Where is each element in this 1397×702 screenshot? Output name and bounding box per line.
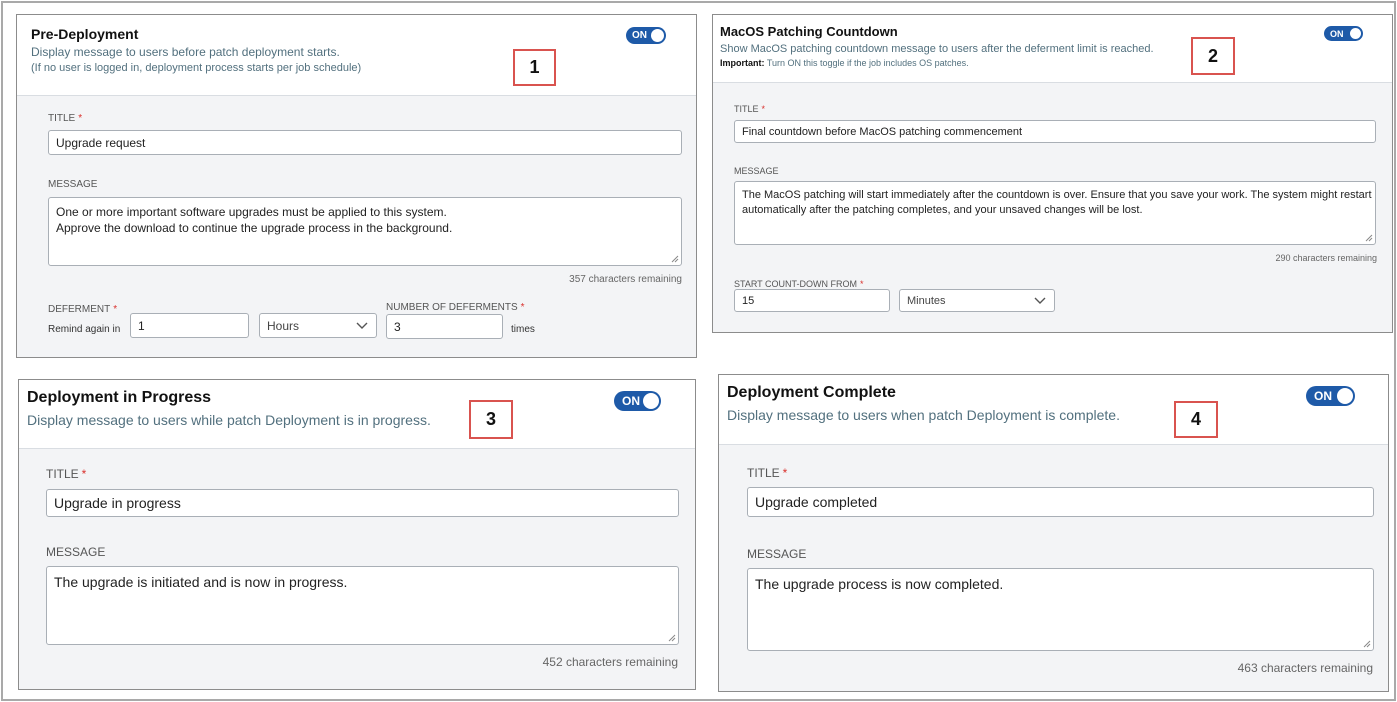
callout-badge-2: 2 <box>1191 37 1235 75</box>
message-label: MESSAGE <box>46 545 106 559</box>
message-line: Approve the download to continue the upg… <box>56 221 453 236</box>
deployment-in-progress-title: Deployment in Progress <box>27 389 212 406</box>
message-textarea[interactable]: One or more important software upgrades … <box>48 197 682 266</box>
message-label: MESSAGE <box>48 179 98 190</box>
macos-countdown-description: Show MacOS patching countdown message to… <box>720 43 1154 55</box>
message-label: MESSAGE <box>734 166 779 176</box>
toggle-on-label: ON <box>622 394 640 408</box>
title-label: TITLE * <box>48 113 83 124</box>
characters-remaining: 463 characters remaining <box>1237 661 1373 675</box>
pre-deployment-panel: Pre-Deployment Display message to users … <box>16 14 697 358</box>
deployment-complete-panel: Deployment Complete Display message to u… <box>718 374 1389 692</box>
resize-grip-icon[interactable] <box>1363 640 1371 648</box>
resize-grip-icon[interactable] <box>668 634 676 642</box>
toggle-knob <box>643 393 659 409</box>
deferment-label: DEFERMENT * <box>48 304 118 315</box>
message-line: The MacOS patching will start immediatel… <box>742 189 1372 201</box>
times-label: times <box>511 324 535 335</box>
chevron-down-icon <box>1034 297 1046 304</box>
countdown-label: START COUNT-DOWN FROM * <box>734 279 864 289</box>
pre-deployment-description-note: (If no user is logged in, deployment pro… <box>31 62 362 74</box>
resize-grip-icon[interactable] <box>1365 234 1373 242</box>
characters-remaining: 452 characters remaining <box>542 655 678 669</box>
resize-grip-icon[interactable] <box>671 255 679 263</box>
remind-again-label: Remind again in <box>48 324 121 335</box>
message-line: automatically after the patching complet… <box>742 203 1143 216</box>
toggle-on-label: ON <box>632 30 647 41</box>
deployment-complete-description: Display message to users when patch Depl… <box>727 407 1120 423</box>
number-of-deferments-label: NUMBER OF DEFERMENTS * <box>386 302 525 313</box>
macos-countdown-important: Important: Turn ON this toggle if the jo… <box>720 58 969 68</box>
message-line: One or more important software upgrades … <box>56 205 447 219</box>
title-input[interactable]: Upgrade completed <box>747 487 1374 517</box>
pre-deployment-title: Pre-Deployment <box>31 26 139 42</box>
deployment-complete-title: Deployment Complete <box>727 384 896 401</box>
title-input[interactable]: Upgrade request <box>48 130 682 155</box>
macos-countdown-title: MacOS Patching Countdown <box>720 24 898 39</box>
deployment-complete-body: TITLE * Upgrade completed MESSAGE The upg… <box>719 445 1388 691</box>
macos-countdown-header: MacOS Patching Countdown Show MacOS patc… <box>713 15 1392 83</box>
callout-badge-3: 3 <box>469 400 513 439</box>
characters-remaining: 357 characters remaining <box>569 274 682 285</box>
message-line: The upgrade process is now completed. <box>755 576 1004 592</box>
characters-remaining: 290 characters remaining <box>1275 253 1377 263</box>
number-of-deferments-input[interactable]: 3 <box>386 314 503 339</box>
title-input[interactable]: Upgrade in progress <box>46 489 679 517</box>
toggle-on-label: ON <box>1330 28 1344 39</box>
toggle-knob <box>651 29 664 42</box>
message-textarea[interactable]: The upgrade is initiated and is now in p… <box>46 566 679 645</box>
deployment-in-progress-panel: Deployment in Progress Display message t… <box>18 379 696 690</box>
title-label: TITLE * <box>747 466 788 480</box>
countdown-input[interactable]: 15 <box>734 289 890 312</box>
pre-deployment-toggle[interactable]: ON <box>626 27 666 44</box>
remind-interval-input[interactable]: 1 <box>130 313 249 338</box>
deployment-in-progress-description: Display message to users while patch Dep… <box>27 412 431 428</box>
toggle-knob <box>1350 28 1361 39</box>
message-line: The upgrade is initiated and is now in p… <box>54 574 348 590</box>
chevron-down-icon <box>356 322 368 329</box>
title-label: TITLE * <box>46 467 87 481</box>
deployment-in-progress-body: TITLE * Upgrade in progress MESSAGE The u… <box>19 449 695 689</box>
message-textarea[interactable]: The MacOS patching will start immediatel… <box>734 181 1376 245</box>
deployment-in-progress-toggle[interactable]: ON <box>614 391 661 411</box>
title-label: TITLE * <box>734 104 766 114</box>
important-text: Turn ON this toggle if the job includes … <box>766 58 969 68</box>
pre-deployment-description: Display message to users before patch de… <box>31 45 340 59</box>
callout-badge-1: 1 <box>513 49 556 86</box>
toggle-on-label: ON <box>1314 389 1332 403</box>
message-textarea[interactable]: The upgrade process is now completed. <box>747 568 1374 651</box>
countdown-unit-select[interactable]: Minutes <box>899 289 1055 312</box>
toggle-knob <box>1337 388 1353 404</box>
deployment-complete-toggle[interactable]: ON <box>1306 386 1355 406</box>
remind-unit-select[interactable]: Hours <box>259 313 377 338</box>
title-input[interactable]: Final countdown before MacOS patching co… <box>734 120 1376 143</box>
callout-badge-4: 4 <box>1174 401 1218 438</box>
important-label: Important: <box>720 58 765 68</box>
deployment-in-progress-header: Deployment in Progress Display message t… <box>19 380 695 449</box>
macos-countdown-panel: MacOS Patching Countdown Show MacOS patc… <box>712 14 1393 333</box>
pre-deployment-body: TITLE * Upgrade request MESSAGE One or mo… <box>17 96 696 357</box>
macos-countdown-body: TITLE * Final countdown before MacOS patc… <box>713 83 1392 332</box>
macos-countdown-toggle[interactable]: ON <box>1324 26 1363 41</box>
message-label: MESSAGE <box>747 547 807 561</box>
pre-deployment-header: Pre-Deployment Display message to users … <box>17 15 696 96</box>
deployment-complete-header: Deployment Complete Display message to u… <box>719 375 1388 445</box>
